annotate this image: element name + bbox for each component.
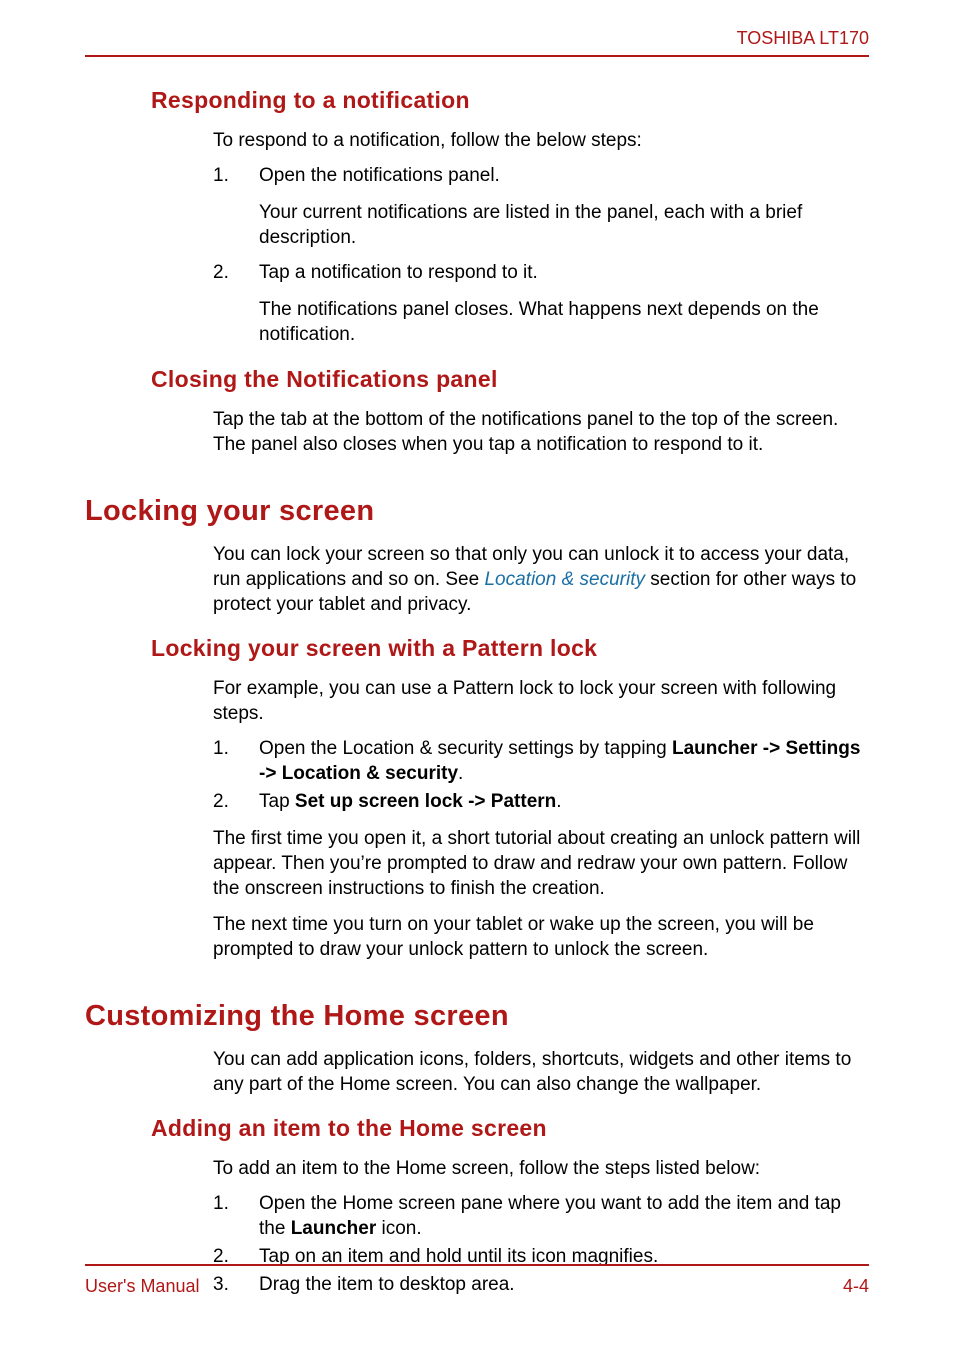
list-item: 1. Open the Home screen pane where you w… [213,1191,869,1241]
list-item: 1. Open the Location & security settings… [213,736,869,786]
footer-row: User's Manual 4-4 [85,1276,869,1297]
footer-page-number: 4-4 [843,1276,869,1297]
responding-step2-sub: The notifications panel closes. What hap… [259,297,869,347]
heading-responding: Responding to a notification [151,87,869,114]
list-number: 2. [213,789,259,814]
responding-intro: To respond to a notification, follow the… [213,128,869,153]
header-divider [85,55,869,57]
pattern-para3: The next time you turn on your tablet or… [213,912,869,962]
adding-intro: To add an item to the Home screen, follo… [213,1156,869,1181]
heading-pattern: Locking your screen with a Pattern lock [151,635,869,662]
heading-locking: Locking your screen [85,495,869,528]
footer-divider [85,1264,869,1266]
list-body: Tap Set up screen lock -> Pattern. [259,789,869,814]
list-body: Open the Home screen pane where you want… [259,1191,869,1241]
heading-adding: Adding an item to the Home screen [151,1115,869,1142]
list-body: Open the notifications panel. [259,163,869,188]
pattern-step2-pre: Tap [259,791,295,812]
list-number: 1. [213,1191,259,1241]
list-number: 2. [213,260,259,285]
adding-step1-bold: Launcher [291,1218,377,1239]
pattern-para2: The first time you open it, a short tuto… [213,826,869,901]
list-body: Tap a notification to respond to it. [259,260,869,285]
adding-step1-post: icon. [376,1218,421,1239]
heading-customizing: Customizing the Home screen [85,1000,869,1033]
list-body: Open the Location & security settings by… [259,736,869,786]
pattern-step1-post: . [458,763,463,784]
pattern-step2-post: . [556,791,561,812]
pattern-list: 1. Open the Location & security settings… [213,736,869,814]
list-number: 1. [213,736,259,786]
header-product-label: TOSHIBA LT170 [85,28,869,49]
customizing-body: You can add application icons, folders, … [213,1047,869,1097]
pattern-step2-bold: Set up screen lock -> Pattern [295,791,556,812]
link-location-security[interactable]: Location & security [484,569,645,590]
list-item: 1. Open the notifications panel. [213,163,869,188]
responding-step1-sub: Your current notifications are listed in… [259,200,869,250]
pattern-intro: For example, you can use a Pattern lock … [213,676,869,726]
pattern-step1-pre: Open the Location & security settings by… [259,738,672,759]
locking-body: You can lock your screen so that only yo… [213,542,869,617]
responding-list: 1. Open the notifications panel. [213,163,869,188]
footer-manual-label: User's Manual [85,1276,199,1297]
heading-closing: Closing the Notifications panel [151,366,869,393]
page-footer: User's Manual 4-4 [85,1264,869,1297]
list-item: 2. Tap Set up screen lock -> Pattern. [213,789,869,814]
list-number: 1. [213,163,259,188]
list-item: 2. Tap a notification to respond to it. [213,260,869,285]
responding-list: 2. Tap a notification to respond to it. [213,260,869,285]
closing-body: Tap the tab at the bottom of the notific… [213,407,869,457]
